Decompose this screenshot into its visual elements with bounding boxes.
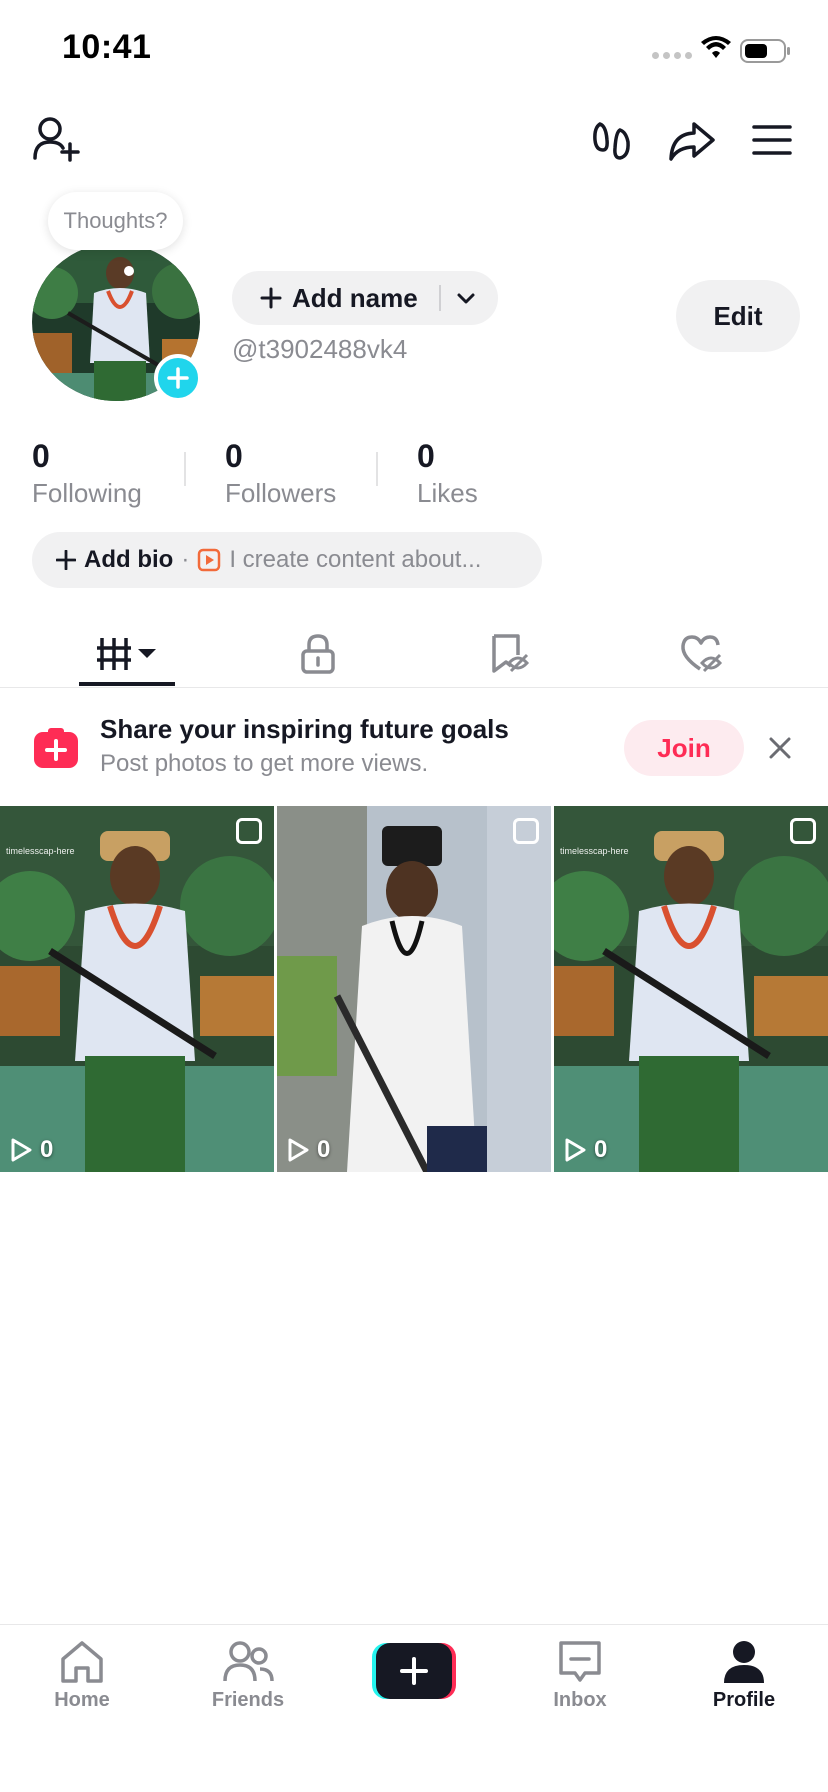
post-tile[interactable]: timelesscap-here 0 [554, 806, 828, 1172]
post-thumbnail [277, 806, 551, 1172]
post-tile[interactable]: 0 [277, 806, 551, 1172]
home-icon [61, 1641, 103, 1683]
play-icon [288, 1138, 309, 1162]
view-count-value: 0 [40, 1136, 54, 1163]
stat-following[interactable]: 0 Following [32, 436, 142, 510]
chevron-down-icon[interactable] [456, 289, 476, 307]
view-count-value: 0 [594, 1136, 608, 1163]
view-count-value: 0 [317, 1136, 331, 1163]
divider [439, 285, 441, 311]
hidden-heart-icon [681, 635, 723, 673]
view-count: 0 [564, 1136, 607, 1164]
promo-title: Share your inspiring future goals [100, 714, 509, 744]
post-grid: timelesscap-here 0 0 timelesscap-here 0 [0, 806, 828, 1172]
thoughts-bubble[interactable]: Thoughts? [48, 192, 183, 250]
add-bio-button[interactable]: Add bio · I create content about... [32, 532, 542, 588]
stat-value: 0 [417, 438, 435, 474]
bio-placeholder: I create content about... [229, 546, 482, 573]
stat-label: Following [32, 478, 142, 508]
select-checkbox[interactable] [790, 818, 816, 844]
add-photo-icon [34, 728, 78, 768]
nav-label: Home [54, 1689, 110, 1711]
grid-icon [97, 638, 156, 670]
plus-icon [260, 287, 282, 309]
inbox-icon [559, 1641, 601, 1682]
nav-friends[interactable]: Friends [188, 1639, 308, 1712]
hidden-bookmark-icon [492, 634, 530, 673]
profile-tabs [0, 620, 828, 688]
add-bio-label: Add bio [84, 546, 174, 573]
join-button[interactable]: Join [624, 720, 744, 776]
play-icon [565, 1138, 586, 1162]
tab-private[interactable] [270, 620, 366, 688]
username: @t3902488vk4 [232, 334, 408, 364]
divider [184, 452, 186, 486]
nav-label: Profile [712, 1689, 776, 1711]
nav-inbox[interactable]: Inbox [520, 1639, 640, 1712]
create-post-button[interactable] [372, 1643, 456, 1699]
plus-icon [56, 550, 76, 570]
promo-subtitle: Post photos to get more views. [100, 750, 429, 777]
view-count: 0 [287, 1136, 330, 1164]
footprints-icon[interactable] [592, 120, 632, 162]
status-bar: 10:41 [0, 0, 828, 100]
share-icon[interactable] [668, 120, 716, 162]
stat-label: Likes [417, 478, 478, 508]
stat-likes[interactable]: 0 Likes [417, 436, 478, 510]
watermark: timelesscap-here [6, 846, 75, 856]
play-icon [11, 1138, 32, 1162]
menu-icon[interactable] [752, 124, 792, 156]
nav-home[interactable]: Home [22, 1639, 142, 1712]
signal-icon [652, 52, 692, 59]
stat-value: 0 [225, 438, 243, 474]
close-icon[interactable] [766, 734, 794, 762]
battery-icon [740, 39, 790, 63]
tab-liked[interactable] [654, 620, 750, 688]
select-checkbox[interactable] [236, 818, 262, 844]
tab-videos[interactable] [79, 620, 175, 688]
bottom-nav: Home Friends Inbox Profile [0, 1624, 828, 1792]
divider [376, 452, 378, 486]
add-avatar-button[interactable] [154, 354, 202, 402]
view-count: 0 [10, 1136, 53, 1164]
edit-profile-button[interactable]: Edit [676, 280, 800, 352]
select-checkbox[interactable] [513, 818, 539, 844]
wifi-icon [701, 36, 731, 58]
post-thumbnail [0, 806, 274, 1172]
add-friend-icon[interactable] [32, 116, 80, 162]
thoughts-bubble-tail [124, 266, 134, 276]
video-play-icon [198, 548, 221, 572]
profile-icon [724, 1641, 764, 1683]
lock-icon [301, 634, 335, 674]
separator: · [181, 546, 190, 573]
friends-icon [223, 1641, 274, 1682]
stat-label: Followers [225, 478, 337, 508]
stat-followers[interactable]: 0 Followers [225, 436, 336, 510]
plus-icon [167, 367, 189, 389]
nav-label: Inbox [553, 1689, 607, 1711]
tab-favorites[interactable] [462, 620, 558, 688]
nav-label: Friends [211, 1689, 285, 1711]
watermark: timelesscap-here [560, 846, 629, 856]
post-thumbnail [554, 806, 828, 1172]
add-name-button[interactable]: Add name [232, 271, 498, 325]
status-time: 10:41 [62, 28, 152, 66]
active-tab-indicator [79, 682, 175, 686]
nav-profile[interactable]: Profile [684, 1639, 804, 1712]
post-tile[interactable]: timelesscap-here 0 [0, 806, 274, 1172]
stat-value: 0 [32, 438, 50, 474]
add-name-label: Add name [292, 282, 418, 313]
